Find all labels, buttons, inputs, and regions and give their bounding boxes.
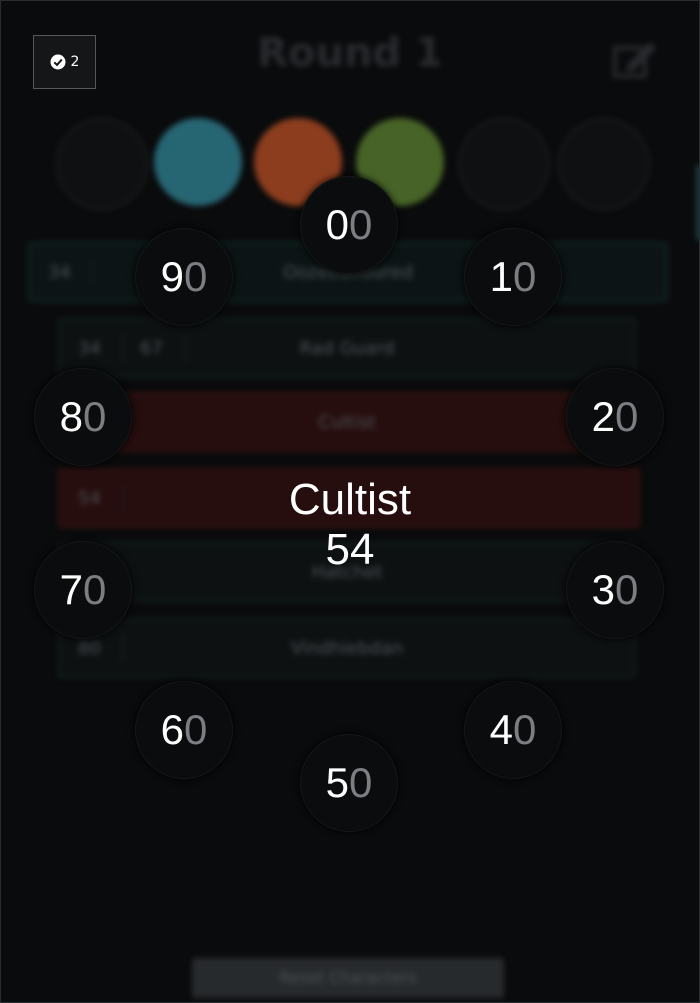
badge-count: 2 [70, 54, 80, 70]
element-inactive-2[interactable] [458, 118, 550, 210]
monster-row[interactable]: 34 67 Rad Guard [58, 318, 636, 378]
dial-button-60[interactable]: 60 [135, 681, 233, 779]
selected-monster-value: 54 [325, 525, 375, 574]
dial-button-50[interactable]: 50 [300, 734, 398, 832]
reset-characters-button[interactable]: Reset Characters [192, 958, 504, 998]
round-title: Round 1 [257, 30, 443, 76]
edit-icon[interactable] [612, 38, 658, 80]
dial-button-20[interactable]: 20 [566, 368, 664, 466]
monster-row[interactable]: 80 Vindhiebdan [58, 618, 636, 678]
air-element-icon[interactable] [154, 118, 242, 206]
selected-monster-name: Cultist [288, 475, 412, 524]
element-inactive-3[interactable] [558, 118, 650, 210]
dial-button-40[interactable]: 40 [464, 681, 562, 779]
dial-button-10[interactable]: 10 [464, 228, 562, 326]
dial-button-90[interactable]: 90 [135, 228, 233, 326]
dial-button-00[interactable]: 00 [300, 176, 398, 274]
check-circle-icon [50, 54, 66, 70]
dial-button-70[interactable]: 70 [34, 541, 132, 639]
dial-button-30[interactable]: 30 [566, 541, 664, 639]
element-inactive-1[interactable] [56, 118, 148, 210]
dial-button-80[interactable]: 80 [34, 368, 132, 466]
monster-row[interactable]: Cultist [58, 392, 636, 452]
active-count-badge[interactable]: 2 [33, 35, 96, 89]
